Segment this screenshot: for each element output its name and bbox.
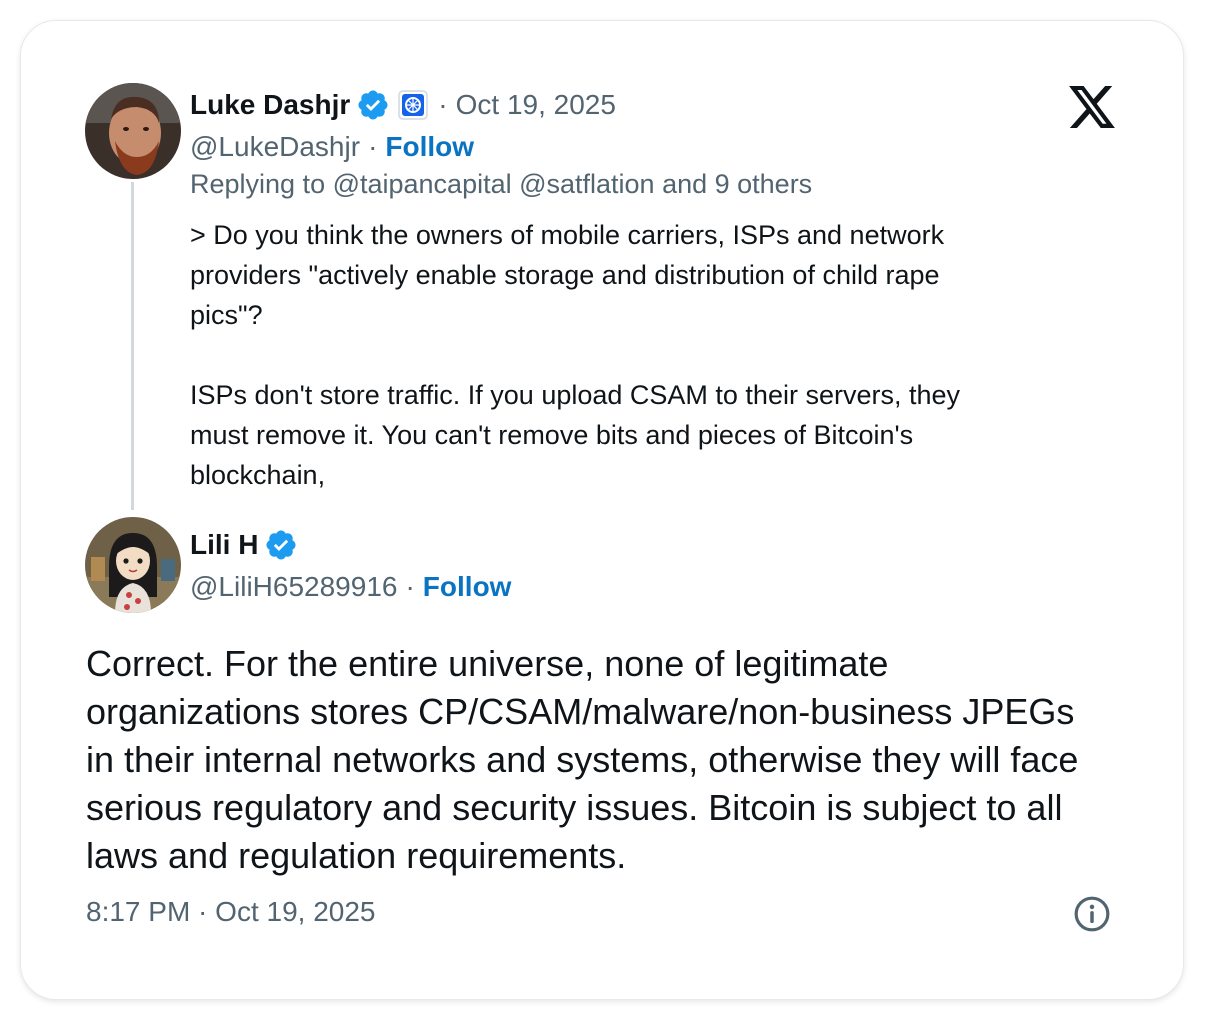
separator-dot: ·	[438, 89, 448, 120]
author-name[interactable]: Luke Dashjr	[190, 89, 350, 121]
x-logo-icon[interactable]	[1069, 86, 1115, 128]
author-name[interactable]: Lili H	[190, 529, 258, 561]
avatar-luke-dashjr[interactable]	[85, 83, 181, 179]
avatar-lili-h[interactable]	[85, 517, 181, 613]
tweet-date[interactable]: Oct 19, 2025	[456, 89, 616, 121]
verified-badge-icon	[358, 90, 388, 120]
main-tweet-body: Correct. For the entire universe, none o…	[86, 643, 1079, 876]
reply-tweet-handle-row: @LukeDashjr · Follow	[190, 128, 474, 166]
main-tweet-handle-row: @LiliH65289916 · Follow	[190, 568, 511, 606]
info-icon[interactable]	[1073, 895, 1111, 933]
thread-connector-line	[131, 182, 134, 510]
affiliate-badge-icon[interactable]	[398, 90, 429, 120]
tweet-timestamp[interactable]: 8:17 PM · Oct 19, 2025	[86, 896, 376, 928]
follow-button[interactable]: Follow	[423, 571, 512, 603]
main-tweet-header: Lili H	[190, 526, 298, 564]
separator-dot: ·	[368, 131, 378, 162]
author-handle[interactable]: @LukeDashjr	[190, 131, 360, 163]
verified-badge-icon	[266, 530, 296, 560]
follow-button[interactable]: Follow	[385, 131, 474, 163]
reply-tweet-body: > Do you think the owners of mobile carr…	[190, 220, 961, 490]
separator-dot: ·	[405, 571, 415, 602]
replying-to-text[interactable]: Replying to @taipancapital @satflation a…	[190, 169, 812, 200]
reply-tweet-header: Luke Dashjr · Oct 19, 2025	[190, 86, 616, 124]
author-handle[interactable]: @LiliH65289916	[190, 571, 397, 603]
